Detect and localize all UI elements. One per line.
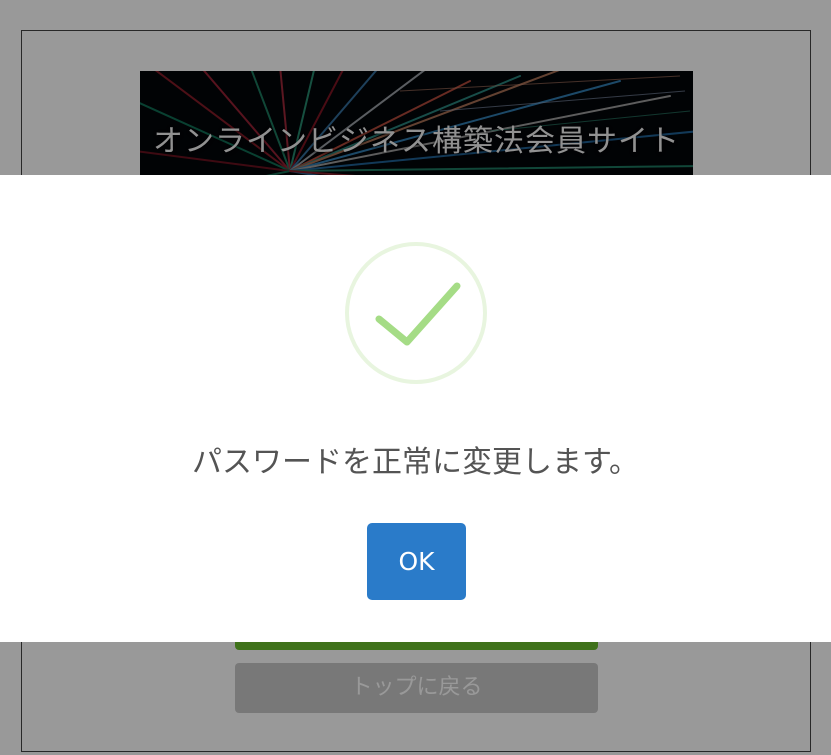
dialog-message: パスワードを正常に変更します。 [192, 445, 639, 480]
success-dialog: パスワードを正常に変更します。 OK [0, 175, 831, 642]
page: オンラインビジネス構築法会員サイト トップに戻る パスワードを正常に変更します。… [0, 0, 831, 755]
ok-button[interactable]: OK [367, 523, 466, 600]
success-checkmark-icon [345, 242, 487, 384]
